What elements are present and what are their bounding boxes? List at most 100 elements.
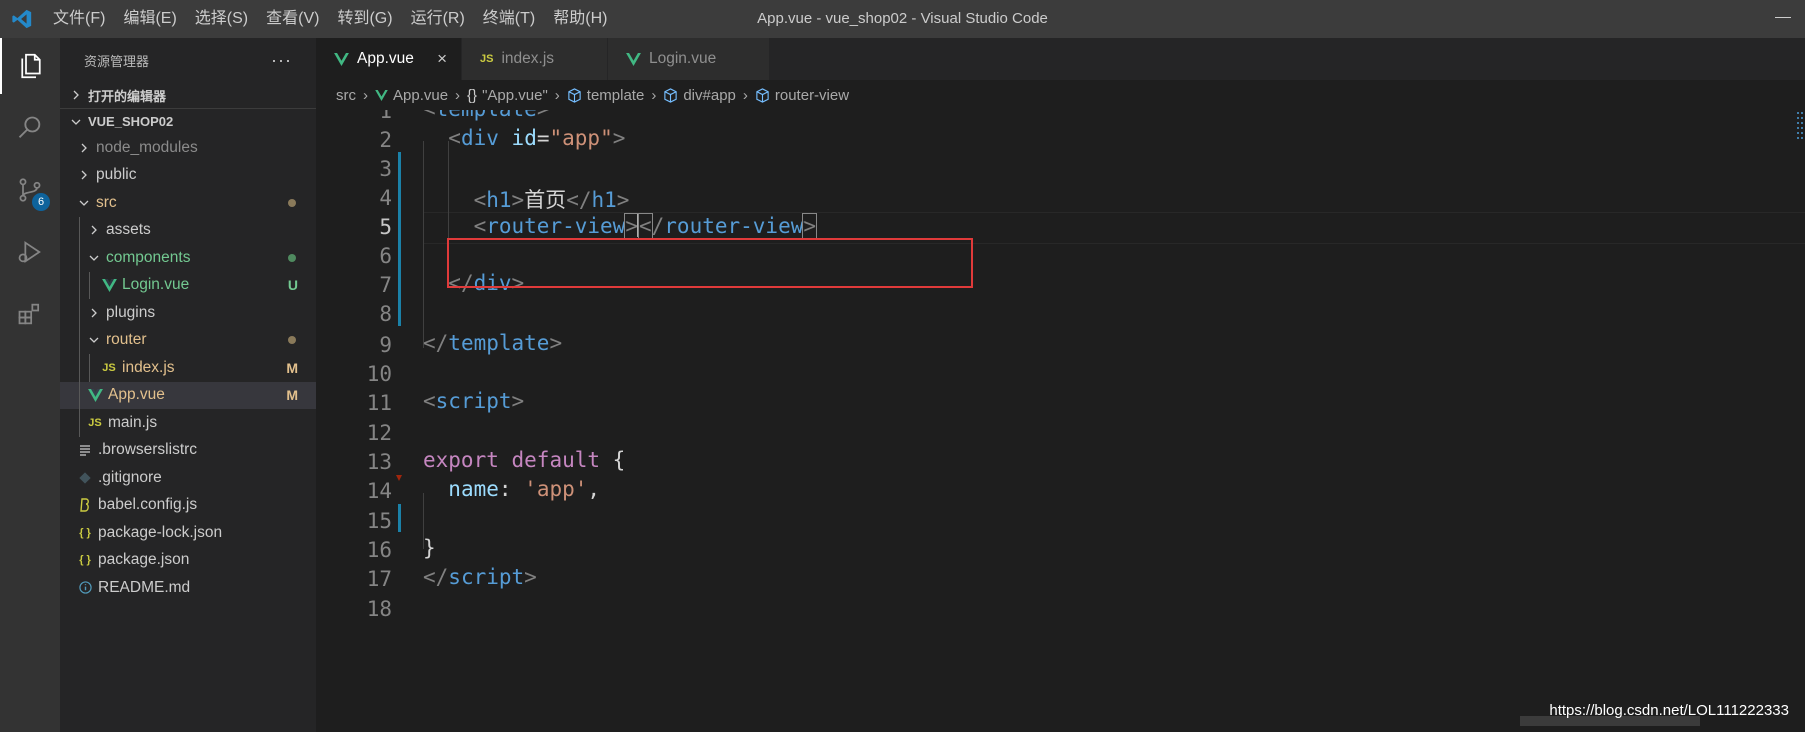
code-editor[interactable]: 1 2 3 4 5 6 7 8 9 10 11 12 13 14 15 16 1… [316, 110, 1805, 715]
menu-view[interactable]: 查看(V) [257, 0, 328, 38]
indent-guide [79, 326, 80, 354]
line-number: 8 [379, 302, 392, 326]
line-number: 11 [366, 391, 392, 415]
project-section[interactable]: VUE_SHOP02 [60, 108, 316, 134]
line-number: 4 [379, 186, 392, 210]
line-number: 1 [379, 110, 392, 123]
watermark: https://blog.csdn.net/LOL111222333 [1549, 702, 1789, 719]
js-file-icon: JS [88, 416, 102, 429]
indent-guide [79, 216, 80, 244]
tree-item-label: .browserslistrc [98, 441, 198, 459]
breadcrumb-label: router-view [774, 86, 850, 104]
tree-item-assets[interactable]: assets [60, 216, 316, 244]
extensions-icon[interactable] [0, 286, 60, 342]
git-change-marker[interactable] [398, 504, 401, 532]
line-number: 3 [379, 157, 392, 181]
untracked-dot-icon [288, 253, 296, 262]
cube-icon [663, 87, 678, 103]
code-line-11: <script> [423, 389, 525, 413]
modified-badge: M [286, 359, 298, 376]
tree-item-package-json[interactable]: { } package.json [60, 547, 316, 575]
line-number: 5 [379, 215, 392, 239]
line-number: 9 [379, 333, 392, 357]
vue-icon [626, 52, 641, 66]
minimize-icon[interactable] [1775, 17, 1791, 18]
line-number: 13 [366, 450, 392, 474]
tree-item-package-lock[interactable]: { } package-lock.json [60, 519, 316, 547]
tree-item-router[interactable]: router [60, 326, 316, 354]
tree-item-label: package-lock.json [98, 523, 223, 541]
overview-ruler[interactable] [1791, 110, 1805, 150]
menu-edit[interactable]: 编辑(E) [114, 0, 185, 38]
git-file-icon [76, 472, 94, 484]
breadcrumb-app-vue[interactable]: App.vue › [375, 87, 467, 104]
menu-terminal[interactable]: 终端(T) [474, 0, 544, 38]
breadcrumb-label: div#app [683, 86, 736, 104]
breadcrumb-template[interactable]: template › [567, 87, 664, 104]
explorer-title: 资源管理器 [84, 53, 150, 69]
js-icon: JS [480, 53, 494, 65]
indent-guide [89, 354, 90, 382]
tree-item-src[interactable]: src [60, 189, 316, 217]
breadcrumb-module[interactable]: {} "App.vue" › [467, 87, 567, 104]
breadcrumb-src[interactable]: src › [336, 87, 375, 104]
chevron-right-icon [68, 90, 84, 100]
menu-run[interactable]: 运行(R) [402, 0, 474, 38]
open-editors-section[interactable]: 打开的编辑器 [60, 82, 316, 108]
source-control-icon[interactable]: 6 [0, 162, 60, 218]
explorer-icon[interactable] [0, 38, 60, 94]
modified-dot-icon [288, 198, 296, 207]
vue-icon [375, 89, 388, 101]
code-line-1: <template> [423, 110, 549, 121]
code-line-14: name: 'app', [448, 477, 601, 501]
tree-item-babel-config[interactable]: babel.config.js [60, 492, 316, 520]
tree-item-readme[interactable]: README.md [60, 574, 316, 602]
tab-index-js[interactable]: JS index.js [462, 38, 608, 80]
tab-label: Login.vue [649, 50, 717, 67]
git-change-marker[interactable] [398, 152, 401, 326]
tree-item-label: index.js [122, 358, 175, 376]
tree-item-label: node_modules [96, 138, 198, 156]
run-debug-icon[interactable] [0, 224, 60, 280]
code-line-9: </template> [423, 331, 563, 355]
tree-item-main-js[interactable]: JS main.js [60, 409, 316, 437]
menu-go[interactable]: 转到(G) [328, 0, 401, 38]
breadcrumb-div-app[interactable]: div#app › [663, 87, 755, 104]
menu-help[interactable]: 帮助(H) [544, 0, 616, 38]
indent-guide [79, 381, 80, 409]
tab-app-vue[interactable]: App.vue × [316, 38, 462, 80]
tree-item-public[interactable]: public [60, 162, 316, 190]
tree-item-app-vue[interactable]: App.vue M [60, 381, 316, 409]
js-file-icon: JS [102, 361, 116, 374]
tree-item-label: README.md [98, 578, 191, 596]
line-number: 18 [366, 597, 392, 621]
breadcrumb-label: "App.vue" [482, 86, 548, 104]
indent-guide [79, 354, 80, 382]
tree-item-gitignore[interactable]: .gitignore [60, 464, 316, 492]
menu-selection[interactable]: 选择(S) [186, 0, 257, 38]
line-number: 17 [366, 567, 392, 591]
cube-icon [567, 87, 582, 103]
tree-item-label: main.js [108, 413, 158, 431]
more-actions-icon[interactable]: ··· [271, 50, 292, 71]
tree-item-login-vue[interactable]: Login.vue U [60, 271, 316, 299]
breadcrumb-router-view[interactable]: router-view [755, 87, 849, 104]
tree-item-components[interactable]: components [60, 244, 316, 272]
project-label: VUE_SHOP02 [88, 114, 174, 129]
chevron-right-icon [86, 225, 102, 235]
line-number: 15 [366, 509, 392, 533]
scm-count-badge: 6 [32, 193, 50, 211]
tree-item-plugins[interactable]: plugins [60, 299, 316, 327]
chevron-down-icon [68, 117, 84, 127]
menu-file[interactable]: 文件(F) [44, 0, 114, 38]
tab-login-vue[interactable]: Login.vue [608, 38, 770, 80]
close-icon[interactable]: × [437, 49, 447, 69]
tree-item-node-modules[interactable]: node_modules [60, 134, 316, 162]
search-icon[interactable] [0, 100, 60, 156]
tree-item-label: assets [106, 221, 151, 239]
tree-item-index-js[interactable]: JS index.js M [60, 354, 316, 382]
tree-item-label: src [96, 193, 117, 211]
chevron-down-icon [86, 253, 102, 263]
tree-item-browserslistrc[interactable]: .browserslistrc [60, 437, 316, 465]
code-line-2: <div id="app"> [448, 126, 626, 150]
